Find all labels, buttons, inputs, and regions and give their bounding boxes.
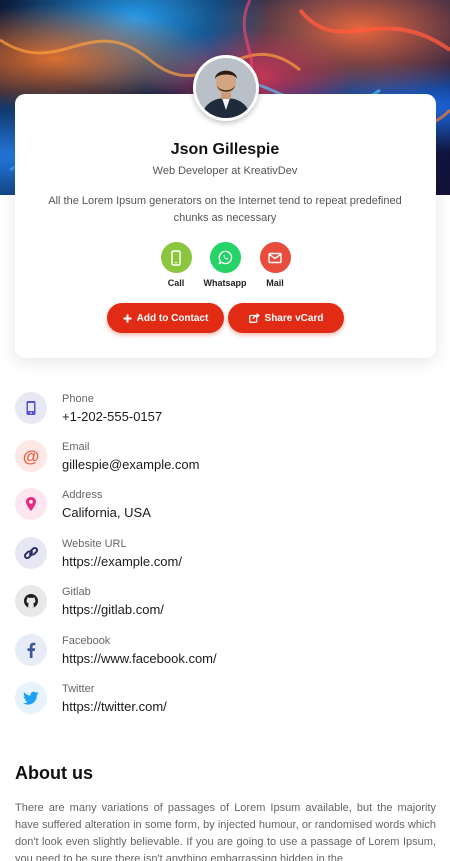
contact-website[interactable]: Website URL https://example.com/ [15, 537, 435, 571]
profile-bio: All the Lorem Ipsum generators on the In… [48, 195, 402, 224]
facebook-icon [27, 642, 36, 658]
at-icon: @ [22, 446, 40, 466]
whatsapp-button[interactable] [209, 242, 241, 273]
share-vcard-button[interactable]: Share vCard [228, 303, 344, 333]
at-icon-badge: @ [15, 440, 47, 472]
contact-label: Facebook [62, 635, 111, 647]
contact-label: Twitter [62, 683, 95, 695]
contact-label: Website URL [62, 538, 127, 550]
avatar [193, 55, 259, 121]
contact-value[interactable]: gillespie@example.com [62, 457, 199, 472]
mail-label: Mail [266, 278, 284, 288]
contact-phone[interactable]: Phone +1-202-555-0157 [15, 392, 435, 426]
contact-value[interactable]: https://twitter.com/ [62, 699, 167, 714]
github-icon-badge [15, 585, 47, 617]
facebook-icon-badge [15, 634, 47, 666]
share-vcard-label: Share vCard [264, 312, 324, 324]
contact-value[interactable]: https://example.com/ [62, 554, 182, 569]
mail-icon [268, 252, 282, 263]
add-to-contact-label: Add to Contact [136, 312, 209, 324]
contact-value[interactable]: California, USA [62, 505, 151, 520]
contact-label: Address [62, 489, 103, 501]
link-icon-badge [15, 537, 47, 569]
add-to-contact-button[interactable]: Add to Contact [107, 303, 224, 333]
contact-label: Phone [62, 393, 94, 405]
call-button[interactable] [160, 242, 192, 273]
whatsapp-icon [217, 250, 232, 265]
contact-twitter[interactable]: Twitter https://twitter.com/ [15, 682, 435, 716]
location-icon-badge [15, 488, 47, 520]
contact-value[interactable]: https://www.facebook.com/ [62, 651, 217, 666]
share-icon [248, 313, 260, 323]
contact-facebook[interactable]: Facebook https://www.facebook.com/ [15, 634, 435, 668]
contact-label: Gitlab [62, 586, 91, 598]
link-icon [23, 546, 39, 560]
contact-value[interactable]: https://gitlab.com/ [62, 602, 164, 617]
mail-button[interactable] [259, 242, 291, 273]
phone-icon-badge [15, 392, 47, 424]
about-heading: About us [15, 763, 93, 783]
mail-action[interactable]: Mail [245, 242, 305, 288]
profile-title: Web Developer at KreativDev [152, 165, 298, 177]
github-icon [24, 594, 38, 608]
contact-gitlab[interactable]: Gitlab https://gitlab.com/ [15, 585, 435, 619]
phone-icon [171, 249, 181, 266]
person-photo [196, 58, 256, 118]
contact-email[interactable]: @ Email gillespie@example.com [15, 440, 435, 474]
contact-value[interactable]: +1-202-555-0157 [62, 409, 162, 424]
about-text: There are many variations of passages of… [15, 802, 436, 861]
profile-name: Json Gillespie [170, 141, 280, 158]
plus-icon [123, 314, 132, 322]
twitter-icon [23, 691, 39, 705]
twitter-icon-badge [15, 682, 47, 714]
phone-icon [26, 401, 36, 415]
contact-address[interactable]: Address California, USA [15, 488, 435, 522]
location-pin-icon [26, 497, 36, 511]
contact-label: Email [62, 441, 90, 453]
